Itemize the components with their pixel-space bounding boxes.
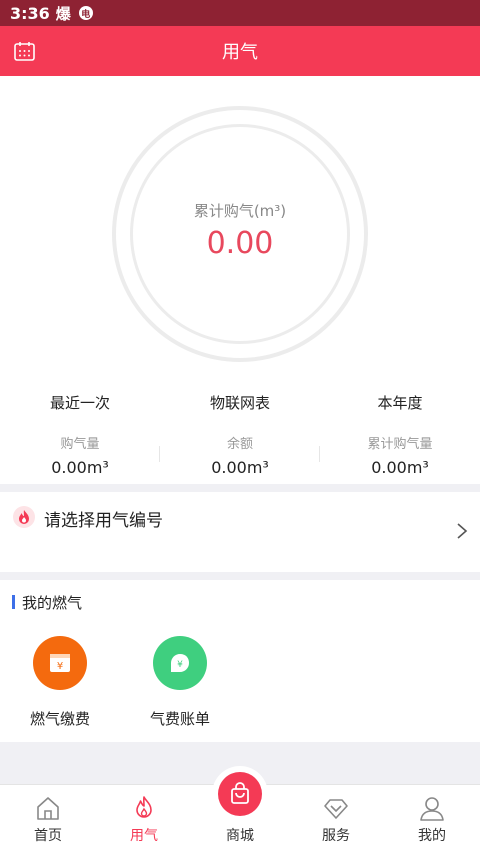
stat-title: 物联网表 [209, 394, 270, 412]
shopping-bag-icon [231, 782, 249, 804]
diamond-icon [324, 799, 348, 819]
badge-icon: 电 [78, 6, 93, 20]
nav-label: 商城 [226, 828, 254, 844]
header: 用气 [0, 26, 480, 76]
stat-title: 最近一次 [49, 394, 110, 412]
page-title: 用气 [222, 42, 258, 63]
stat-label: 累计购气量 [367, 437, 433, 452]
stat-title: 本年度 [377, 394, 423, 412]
section-accent-bar [12, 595, 15, 609]
user-icon [420, 797, 444, 821]
status-bar: 3:36 爆 电 [0, 0, 480, 26]
notification-icon: 爆 [55, 4, 71, 23]
home-icon [37, 797, 59, 820]
gas-bill-label: 气费账单 [149, 710, 210, 728]
total-purchase-label: 累计购气(m³) [193, 202, 287, 220]
stat-latest: 最近一次 购气量 0.00m³ [0, 386, 160, 477]
stat-this-year: 本年度 累计购气量 0.00m³ [320, 386, 480, 477]
status-time: 3:36 [10, 3, 50, 23]
svg-text:¥: ¥ [57, 661, 63, 672]
stat-value: 0.00m³ [211, 458, 269, 477]
my-gas-section: 我的燃气 ¥ 燃气缴费 ¥ 气费账单 [0, 580, 480, 742]
summary-panel: 累计购气(m³) 0.00 最近一次 购气量 0.00m³ 物联网表 余额 0.… [0, 76, 480, 484]
svg-text:¥: ¥ [177, 660, 183, 670]
stat-value: 0.00m³ [371, 458, 429, 477]
stat-label: 购气量 [60, 437, 100, 452]
gas-payment-icon: ¥ [33, 636, 87, 690]
stats-row: 最近一次 购气量 0.00m³ 物联网表 余额 0.00m³ 本年度 累计购气量… [0, 386, 480, 477]
mall-button[interactable] [218, 772, 262, 816]
nav-service[interactable]: 服务 [288, 785, 384, 853]
total-purchase-value: 0.00 [206, 226, 274, 261]
flame-icon [13, 506, 35, 528]
section-title: 我的燃气 [22, 594, 83, 612]
select-gas-number[interactable]: 请选择用气编号 [0, 492, 480, 572]
nav-home[interactable]: 首页 [0, 785, 96, 853]
gas-bill-icon: ¥ [153, 636, 207, 690]
select-gas-number-label: 请选择用气编号 [44, 511, 163, 531]
nav-label: 我的 [418, 828, 446, 844]
nav-label: 用气 [130, 828, 158, 844]
nav-mine[interactable]: 我的 [384, 785, 480, 853]
stat-value: 0.00m³ [51, 458, 109, 477]
chevron-right-icon [457, 523, 468, 539]
gas-bill-button[interactable]: ¥ 气费账单 [130, 636, 230, 729]
flame-icon [136, 796, 152, 818]
gas-payment-label: 燃气缴费 [29, 710, 90, 728]
nav-label: 服务 [322, 828, 350, 844]
stat-iot-meter: 物联网表 余额 0.00m³ [160, 386, 320, 477]
stat-label: 余额 [226, 437, 253, 452]
nav-gas[interactable]: 用气 [96, 785, 192, 853]
gas-payment-button[interactable]: ¥ 燃气缴费 [10, 636, 110, 729]
nav-label: 首页 [34, 828, 62, 844]
calendar-icon[interactable] [14, 41, 35, 61]
